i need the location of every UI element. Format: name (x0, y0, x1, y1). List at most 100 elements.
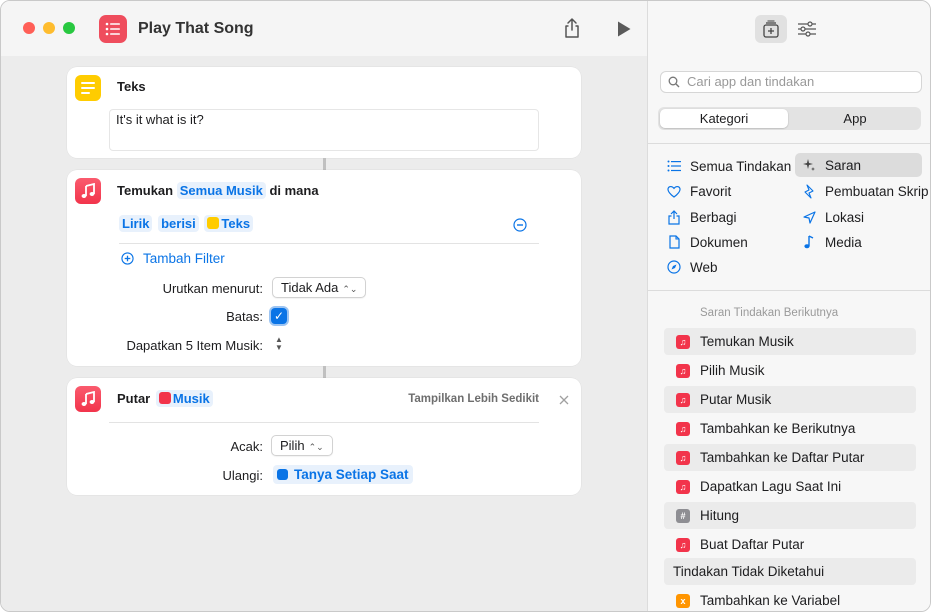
play-music-action-card[interactable]: Putar Musik Tampilkan Lebih Sedikit Acak… (67, 378, 581, 495)
updown-chevron-icon: ⌃⌄ (342, 284, 358, 294)
minimize-window-button[interactable] (43, 22, 55, 34)
editor-pane: Play That Song Teks It's it what is it? (1, 1, 647, 611)
suggestion-label: Putar Musik (700, 392, 772, 407)
add-filter-button[interactable]: Tambah Filter (121, 251, 225, 266)
source-token[interactable]: Semua Musik (176, 182, 266, 199)
action-library-tab[interactable] (755, 15, 787, 43)
suggestion-tambahkan-ke-variabel[interactable]: x Tambahkan ke Variabel (664, 587, 916, 611)
category-web[interactable]: Web (666, 256, 718, 278)
zoom-window-button[interactable] (63, 22, 75, 34)
play-divider (109, 422, 539, 423)
category-media[interactable]: Media (801, 231, 862, 253)
script-icon (801, 183, 817, 199)
ask-each-time-icon (277, 469, 288, 480)
category-dokumen[interactable]: Dokumen (666, 231, 748, 253)
suggestion-item[interactable]: ♫ Temukan Musik (664, 328, 916, 355)
suggestion-item[interactable]: ♫ Buat Daftar Putar (664, 531, 916, 558)
category-semua-tindakan[interactable]: Semua Tindakan (666, 155, 791, 177)
play-action-title: Putar Musik (117, 390, 213, 407)
text-lines-icon (81, 82, 95, 94)
shuffle-label: Acak: (230, 439, 263, 454)
shortcut-title[interactable]: Play That Song (138, 20, 254, 38)
sidebar-toolbar (648, 1, 930, 56)
category-label: Semua Tindakan (690, 158, 792, 174)
shuffle-popup[interactable]: Pilih ⌃⌄ (271, 435, 333, 456)
hash-icon: # (676, 508, 690, 523)
music-app-icon: ♫ (676, 363, 690, 378)
close-window-button[interactable] (23, 22, 35, 34)
shuffle-value: Pilih (280, 438, 305, 453)
share-icon (666, 209, 682, 225)
music-note-icon (81, 391, 95, 406)
find-music-action-card[interactable]: Temukan Semua Musik di mana Lirik berisi… (67, 170, 581, 366)
category-label: Pembuatan Skrip (825, 183, 929, 199)
segment-kategori[interactable]: Kategori (660, 109, 788, 128)
details-tab[interactable] (791, 15, 823, 43)
heart-icon (666, 183, 682, 199)
search-field[interactable]: Cari app dan tindakan (660, 71, 922, 93)
add-filter-label: Tambah Filter (143, 251, 225, 266)
music-note-icon (81, 183, 95, 198)
find-title-suffix: di mana (269, 183, 319, 198)
item-count-stepper[interactable]: ▲ ▼ (274, 336, 284, 354)
music-app-icon: ♫ (676, 450, 690, 465)
suggestion-item[interactable]: ♫ Tambahkan ke Daftar Putar (664, 444, 916, 471)
suggestion-label: Dapatkan Lagu Saat Ini (700, 479, 842, 494)
filter-value-label: Teks (221, 216, 251, 231)
play-title-label: Putar (117, 391, 151, 406)
search-icon (668, 76, 680, 88)
category-label: Saran (825, 157, 862, 173)
filter-field-token[interactable]: Lirik (119, 215, 153, 232)
filter-operator-token[interactable]: berisi (158, 215, 199, 232)
filter-value-token[interactable]: Teks (204, 215, 254, 232)
location-arrow-icon (801, 209, 817, 225)
updown-chevron-icon: ⌃⌄ (308, 442, 324, 452)
shortcut-icon[interactable] (99, 15, 127, 43)
find-title-prefix: Temukan (117, 183, 174, 198)
action-connector (323, 366, 326, 378)
share-icon[interactable] (562, 17, 582, 39)
category-label: Media (825, 234, 862, 250)
suggestion-item[interactable]: ♫ Putar Musik (664, 386, 916, 413)
limit-checkbox[interactable]: ✓ (271, 308, 287, 324)
show-less-button[interactable]: Tampilkan Lebih Sedikit (408, 393, 539, 405)
repeat-token[interactable]: Tanya Setiap Saat (273, 465, 413, 484)
remove-filter-icon[interactable] (513, 218, 527, 232)
segment-app[interactable]: App (791, 109, 919, 128)
music-note-icon (801, 234, 817, 250)
music-input-token[interactable]: Musik (155, 390, 213, 407)
list-icon (105, 22, 120, 36)
close-icon[interactable] (559, 395, 569, 405)
sidebar-divider (648, 143, 930, 144)
category-pembuatan-skrip[interactable]: Pembuatan Skrip (801, 180, 929, 202)
music-app-icon (75, 178, 101, 204)
text-action-title: Teks (117, 79, 146, 94)
suggestion-item[interactable]: ♫ Pilih Musik (664, 357, 916, 384)
text-variable-icon (207, 217, 220, 229)
sort-label: Urutkan menurut: (162, 281, 263, 296)
sort-popup[interactable]: Tidak Ada ⌃⌄ (272, 277, 367, 298)
text-content-field[interactable]: It's it what is it? (109, 109, 539, 151)
repeat-label: Ulangi: (222, 468, 263, 483)
suggestion-item[interactable]: # Hitung (664, 502, 916, 529)
suggestion-label: Pilih Musik (700, 363, 765, 378)
play-icon[interactable] (616, 20, 632, 38)
category-label: Berbagi (690, 209, 737, 225)
search-placeholder: Cari app dan tindakan (687, 74, 815, 89)
category-label: Web (690, 259, 718, 275)
text-action-card[interactable]: Teks It's it what is it? (67, 67, 581, 158)
suggestion-item[interactable]: ♫ Dapatkan Lagu Saat Ini (664, 473, 916, 500)
category-saran[interactable]: Saran (795, 153, 922, 177)
music-app-icon: ♫ (676, 537, 690, 552)
category-favorit[interactable]: Favorit (666, 180, 731, 202)
action-library-sidebar: Cari app dan tindakan Kategori App Semua… (647, 1, 930, 611)
suggestion-label: Buat Daftar Putar (700, 537, 805, 552)
suggestion-label: Tambahkan ke Daftar Putar (700, 450, 865, 465)
unknown-actions-heading: Tindakan Tidak Diketahui (664, 558, 916, 585)
suggestion-label: Hitung (700, 508, 740, 523)
suggestion-item[interactable]: ♫ Tambahkan ke Berikutnya (664, 415, 916, 442)
category-berbagi[interactable]: Berbagi (666, 206, 737, 228)
category-lokasi[interactable]: Lokasi (801, 206, 864, 228)
sidebar-divider (648, 290, 930, 291)
variable-icon: x (676, 593, 690, 608)
